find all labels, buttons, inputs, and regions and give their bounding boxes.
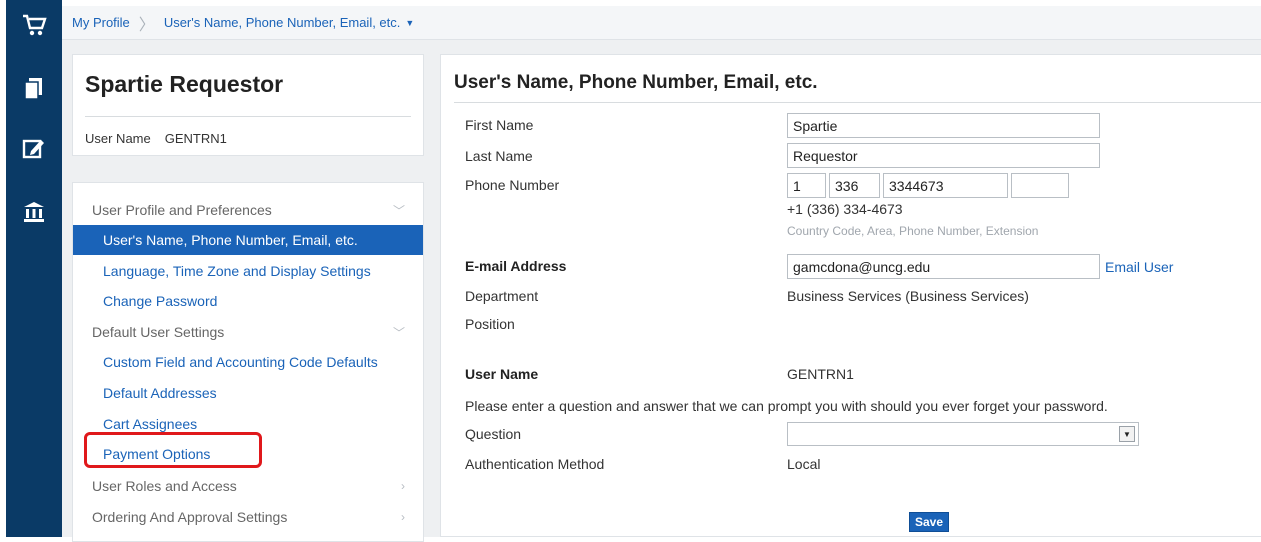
bank-icon[interactable] <box>6 192 62 232</box>
profile-name: Spartie Requestor <box>85 71 284 97</box>
email-user-link[interactable]: Email User <box>1105 259 1173 275</box>
auth-method-value: Local <box>787 456 821 472</box>
nav-section-user-roles[interactable]: User Roles and Access › <box>73 471 423 501</box>
chevron-right-icon: › <box>401 479 405 493</box>
nav-item-custom-field[interactable]: Custom Field and Accounting Code Default… <box>73 347 423 377</box>
caret-down-icon[interactable]: ▼ <box>405 18 414 28</box>
user-name-value: GENTRN1 <box>787 366 854 382</box>
profile-user-name-value: GENTRN1 <box>164 131 227 146</box>
nav-item-users-name[interactable]: User's Name, Phone Number, Email, etc. <box>73 225 423 255</box>
nav-item-language[interactable]: Language, Time Zone and Display Settings <box>73 256 423 286</box>
nav-section-label: User Profile and Preferences <box>92 202 272 218</box>
phone-country-input[interactable] <box>787 173 826 198</box>
auth-method-label: Authentication Method <box>465 456 605 472</box>
page-title: User's Name, Phone Number, Email, etc. <box>454 72 818 93</box>
nav-item-change-password[interactable]: Change Password <box>73 286 423 316</box>
email-label: E-mail Address <box>465 258 567 274</box>
dropdown-arrow-icon[interactable]: ▼ <box>1119 426 1135 442</box>
breadcrumb-my-profile[interactable]: My Profile <box>72 15 130 30</box>
phone-formatted: +1 (336) 334-4673 <box>787 201 903 217</box>
last-name-label: Last Name <box>465 148 533 164</box>
nav-section-default-settings[interactable]: Default User Settings ﹀ <box>73 317 423 347</box>
question-select[interactable]: ▼ <box>787 422 1139 446</box>
phone-area-input[interactable] <box>829 173 880 198</box>
edit-icon[interactable] <box>6 128 62 168</box>
email-input[interactable] <box>787 254 1100 279</box>
phone-hint: Country Code, Area, Phone Number, Extens… <box>787 224 1039 238</box>
profile-divider <box>85 116 411 117</box>
phone-number-input[interactable] <box>883 173 1008 198</box>
breadcrumb: My Profile 〉 User's Name, Phone Number, … <box>62 6 1261 40</box>
question-label: Question <box>465 426 522 442</box>
cart-icon[interactable] <box>6 5 62 45</box>
chevron-down-icon: ﹀ <box>392 325 405 340</box>
profile-nav: User Profile and Preferences ﹀ User's Na… <box>72 182 424 542</box>
nav-section-label: User Roles and Access <box>92 478 237 494</box>
phone-label: Phone Number <box>465 177 560 193</box>
last-name-input[interactable] <box>787 143 1100 168</box>
nav-section-label: Ordering And Approval Settings <box>92 509 288 525</box>
position-label: Position <box>465 316 515 332</box>
first-name-label: First Name <box>465 117 534 133</box>
documents-icon[interactable] <box>6 68 62 108</box>
profile-user-name: User Name GENTRN1 <box>85 131 227 146</box>
title-divider <box>454 102 1261 103</box>
chevron-down-icon: ﹀ <box>392 203 405 218</box>
first-name-input[interactable] <box>787 113 1100 138</box>
profile-card: Spartie Requestor User Name GENTRN1 <box>72 54 424 156</box>
nav-section-label: Default User Settings <box>92 324 225 340</box>
breadcrumb-separator-icon: 〉 <box>138 16 155 34</box>
department-label: Department <box>465 288 539 304</box>
payment-options-highlight <box>84 432 262 468</box>
user-name-label: User Name <box>465 366 539 382</box>
profile-user-name-label: User Name <box>85 131 151 146</box>
nav-item-default-addresses[interactable]: Default Addresses <box>73 378 423 408</box>
app-icon-bar <box>0 0 62 537</box>
nav-section-ordering[interactable]: Ordering And Approval Settings › <box>73 502 423 532</box>
department-value: Business Services (Business Services) <box>787 288 1029 304</box>
nav-section-user-profile[interactable]: User Profile and Preferences ﹀ <box>73 195 423 225</box>
phone-extension-input[interactable] <box>1011 173 1069 198</box>
breadcrumb-current[interactable]: User's Name, Phone Number, Email, etc. <box>164 15 401 30</box>
security-question-prompt: Please enter a question and answer that … <box>465 398 1108 414</box>
save-button[interactable]: Save <box>909 512 949 532</box>
chevron-right-icon: › <box>401 510 405 524</box>
